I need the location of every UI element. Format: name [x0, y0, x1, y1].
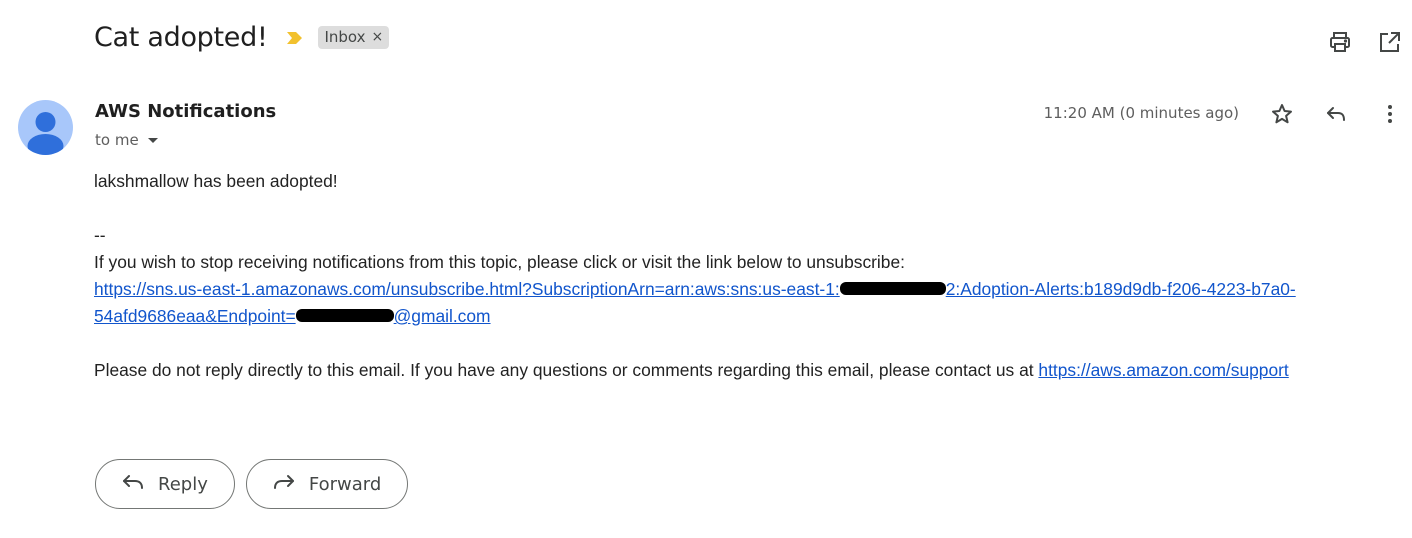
support-link[interactable]: https://aws.amazon.com/support — [1038, 360, 1288, 380]
unsubscribe-link[interactable]: https://sns.us-east-1.amazonaws.com/unsu… — [94, 279, 1296, 299]
email-body: lakshmallow has been adopted! -- If you … — [94, 168, 1394, 384]
subject-toolbar — [1328, 30, 1402, 54]
more-vert-icon[interactable] — [1378, 102, 1402, 126]
sender-avatar[interactable] — [18, 100, 73, 155]
reply-label: Reply — [158, 473, 208, 495]
dropdown-icon[interactable] — [147, 131, 159, 149]
unsubscribe-link-line-1: https://sns.us-east-1.amazonaws.com/unsu… — [94, 276, 1394, 303]
redacted-account-id — [839, 282, 946, 296]
star-icon[interactable] — [1270, 102, 1294, 126]
body-line: lakshmallow has been adopted! — [94, 171, 338, 191]
reply-button[interactable]: Reply — [95, 459, 235, 509]
reply-actions: Reply Forward — [95, 459, 409, 509]
link-text: 2:Adoption-Alerts:b189d9db-f206-4223-b7a… — [945, 279, 1296, 299]
footer-text: Please do not reply directly to this ema… — [94, 360, 1039, 380]
message-toolbar — [1270, 102, 1402, 126]
importance-marker-icon[interactable] — [285, 28, 305, 48]
email-subject: Cat adopted! — [94, 22, 268, 53]
email-timestamp: 11:20 AM (0 minutes ago) — [1043, 104, 1239, 122]
remove-label-button[interactable]: × — [372, 29, 384, 45]
unsubscribe-link-line-2: 54afd9686eaa&Endpoint= @gmail.com — [94, 303, 1394, 330]
subject-row: Cat adopted! Inbox × — [94, 22, 390, 53]
recipient-text: to me — [95, 131, 139, 149]
link-text: 54afd9686eaa&Endpoint= — [94, 306, 296, 326]
sender-name[interactable]: AWS Notifications — [95, 101, 276, 122]
unsubscribe-instructions: If you wish to stop receiving notificati… — [94, 252, 905, 272]
signature-separator: -- — [94, 225, 106, 245]
forward-button[interactable]: Forward — [245, 459, 409, 509]
reply-icon[interactable] — [1324, 102, 1348, 126]
footer-notice: Please do not reply directly to this ema… — [94, 357, 1394, 384]
forward-label: Forward — [308, 473, 382, 495]
link-text: https://sns.us-east-1.amazonaws.com/unsu… — [94, 279, 840, 299]
forward-arrow-icon — [273, 473, 295, 496]
email-view: Cat adopted! Inbox × AWS Notifications t… — [0, 0, 1412, 538]
link-text: @gmail.com — [393, 306, 491, 326]
reply-arrow-icon — [122, 473, 144, 496]
open-in-new-window-icon[interactable] — [1378, 30, 1402, 54]
recipient-details-toggle[interactable]: to me — [95, 131, 159, 149]
print-icon[interactable] — [1328, 30, 1352, 54]
label-name: Inbox — [324, 28, 366, 46]
inbox-label-chip: Inbox × — [318, 26, 390, 49]
unsubscribe-link-continued[interactable]: 54afd9686eaa&Endpoint= @gmail.com — [94, 306, 491, 326]
redacted-email-user — [295, 309, 394, 323]
